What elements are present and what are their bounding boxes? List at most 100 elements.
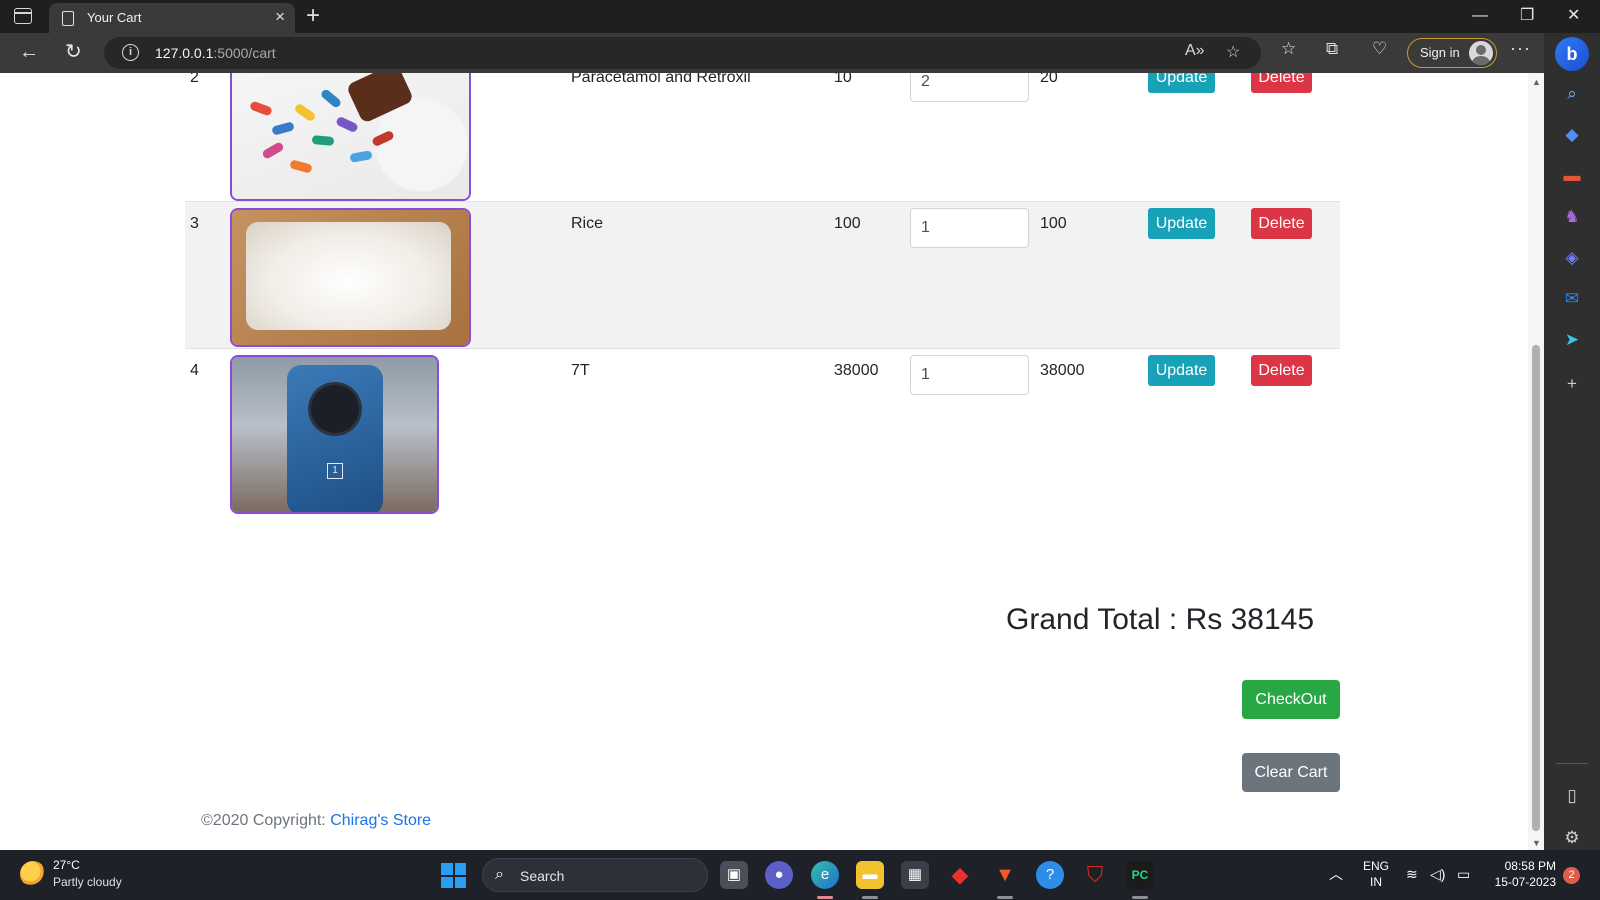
footer-store-link[interactable]: Chirag's Store xyxy=(330,812,431,829)
browser-tab[interactable]: Your Cart × xyxy=(49,3,295,33)
clock-date: 15-07-2023 xyxy=(1494,875,1556,889)
region-code: IN xyxy=(1370,875,1382,889)
language-code: ENG xyxy=(1363,859,1390,873)
weather-icon[interactable] xyxy=(20,861,46,887)
battery-icon[interactable]: ▭ xyxy=(1457,866,1470,883)
new-tab-icon[interactable]: + xyxy=(306,2,320,30)
product-image-pills xyxy=(230,73,471,201)
taskbar-search[interactable]: ⌕ Search xyxy=(482,858,708,892)
serial-number: 2 xyxy=(190,73,199,86)
table-row: 2 Paracetamol and Retroxil 10 2 20 Updat… xyxy=(185,73,1340,202)
product-image-rice xyxy=(230,208,471,347)
profile-avatar xyxy=(1469,41,1493,65)
scroll-thumb[interactable] xyxy=(1532,345,1540,831)
site-info-icon[interactable]: i xyxy=(122,44,139,61)
minimize-icon[interactable]: — xyxy=(1472,4,1488,28)
taskbar: 27°C Partly cloudy ⌕ Search ▣ ● e ▬ ▦ ◆ … xyxy=(0,850,1600,900)
checkout-button[interactable]: CheckOut xyxy=(1242,680,1340,719)
volume-icon[interactable]: ◁) xyxy=(1430,866,1445,883)
language-indicator[interactable]: ENG IN xyxy=(1363,858,1389,890)
drop-icon[interactable]: ➤ xyxy=(1561,329,1583,351)
notification-badge[interactable]: 2 xyxy=(1563,867,1580,884)
collections-icon[interactable]: ⧉ xyxy=(1326,39,1338,59)
games-icon[interactable]: ♞ xyxy=(1561,206,1583,228)
sidebar-divider xyxy=(1556,763,1588,764)
product-price: 100 xyxy=(834,215,861,232)
delete-button[interactable]: Delete xyxy=(1251,355,1312,386)
more-options-icon[interactable]: ··· xyxy=(1510,38,1531,59)
update-button[interactable]: Update xyxy=(1148,355,1215,386)
read-aloud-icon[interactable]: A» xyxy=(1185,42,1205,60)
delete-button[interactable]: Delete xyxy=(1251,73,1312,93)
product-image-phone: 1 xyxy=(230,355,439,514)
task-view-icon[interactable]: ▣ xyxy=(720,861,748,889)
office-icon[interactable]: ◈ xyxy=(1561,247,1583,269)
favorites-icon[interactable]: ☆ xyxy=(1281,39,1296,59)
reload-icon[interactable]: ↻ xyxy=(65,39,82,65)
delete-button[interactable]: Delete xyxy=(1251,208,1312,239)
weather-temperature[interactable]: 27°C xyxy=(53,858,80,872)
page-scrollbar[interactable]: ▲ ▼ xyxy=(1528,73,1544,850)
edge-browser-icon[interactable]: e xyxy=(811,861,839,889)
serial-number: 4 xyxy=(190,362,199,379)
browser-title-bar: Your Cart × + — ❐ ✕ xyxy=(0,0,1600,33)
favorite-star-icon[interactable]: ☆ xyxy=(1226,42,1240,62)
update-button[interactable]: Update xyxy=(1148,208,1215,239)
restore-icon[interactable]: ❐ xyxy=(1520,4,1534,28)
anydesk-icon[interactable]: ◆ xyxy=(946,861,974,889)
add-sidebar-app-icon[interactable]: + xyxy=(1561,373,1583,395)
quantity-input[interactable] xyxy=(910,73,1029,102)
url-path: :5000/cart xyxy=(213,45,276,61)
search-icon: ⌕ xyxy=(495,866,504,883)
page-content: 2 Paracetamol and Retroxil 10 2 20 Updat… xyxy=(0,73,1528,850)
sidebar-settings-icon[interactable]: ⚙ xyxy=(1561,827,1583,849)
sign-in-label: Sign in xyxy=(1420,45,1460,60)
teams-chat-icon[interactable]: ● xyxy=(765,861,793,889)
product-price: 38000 xyxy=(834,362,879,379)
wifi-icon[interactable]: ≋ xyxy=(1406,866,1418,883)
table-row: 3 Rice 100 100 Update Delete xyxy=(185,202,1340,349)
hide-sidebar-icon[interactable]: ▯ xyxy=(1561,785,1583,807)
tools-icon[interactable]: ▬ xyxy=(1561,165,1583,187)
close-tab-icon[interactable]: × xyxy=(275,7,285,27)
show-hidden-icons-icon[interactable]: ︿ xyxy=(1329,864,1343,884)
mcafee-icon[interactable]: ⛉ xyxy=(1081,861,1109,889)
outlook-icon[interactable]: ✉ xyxy=(1561,288,1583,310)
clear-cart-button[interactable]: Clear Cart xyxy=(1242,753,1340,792)
line-total: 38000 xyxy=(1040,362,1085,379)
bing-copilot-icon[interactable]: b xyxy=(1555,37,1589,71)
file-explorer-icon[interactable]: ▬ xyxy=(856,861,884,889)
address-bar[interactable]: i 127.0.0.1:5000/cart A» ☆ xyxy=(104,37,1261,69)
microsoft-store-icon[interactable]: ▦ xyxy=(901,861,929,889)
tab-actions-icon[interactable] xyxy=(14,8,32,24)
back-icon[interactable]: ← xyxy=(19,39,39,65)
product-name: Rice xyxy=(571,215,604,232)
line-total: 100 xyxy=(1040,215,1067,232)
brave-browser-icon[interactable]: ▼ xyxy=(991,861,1019,889)
brave-active-indicator xyxy=(997,896,1013,899)
browser-toolbar: ← ↻ i 127.0.0.1:5000/cart A» ☆ xyxy=(0,33,1600,73)
footer: ©2020 Copyright: Chirag's Store xyxy=(201,812,431,830)
explorer-active-indicator xyxy=(862,896,878,899)
search-icon[interactable]: ⌕ xyxy=(1561,83,1583,105)
tab-title: Your Cart xyxy=(87,10,142,25)
update-button[interactable]: Update xyxy=(1148,73,1215,93)
sign-in-button[interactable]: Sign in xyxy=(1407,38,1497,68)
clock[interactable]: 08:58 PM 15-07-2023 xyxy=(1489,858,1556,890)
start-windows-icon[interactable] xyxy=(441,863,466,888)
browser-essentials-icon[interactable]: ♡ xyxy=(1372,39,1387,59)
scroll-up-icon[interactable]: ▲ xyxy=(1532,77,1541,87)
cart-table: 2 Paracetamol and Retroxil 10 2 20 Updat… xyxy=(185,73,1340,519)
url-text[interactable]: 127.0.0.1:5000/cart xyxy=(155,45,276,61)
help-icon[interactable]: ? xyxy=(1036,861,1064,889)
quantity-input[interactable] xyxy=(910,355,1029,395)
shopping-tag-icon[interactable]: ◆ xyxy=(1561,124,1583,146)
close-window-icon[interactable]: ✕ xyxy=(1567,4,1580,28)
table-row: 4 1 7T 38000 38000 Update Delete xyxy=(185,349,1340,519)
quantity-input[interactable] xyxy=(910,208,1029,248)
scroll-down-icon[interactable]: ▼ xyxy=(1532,838,1541,848)
product-name: 7T xyxy=(571,362,590,379)
pycharm-icon[interactable]: PC xyxy=(1126,861,1154,889)
serial-number: 3 xyxy=(190,215,199,232)
weather-description[interactable]: Partly cloudy xyxy=(53,875,122,889)
